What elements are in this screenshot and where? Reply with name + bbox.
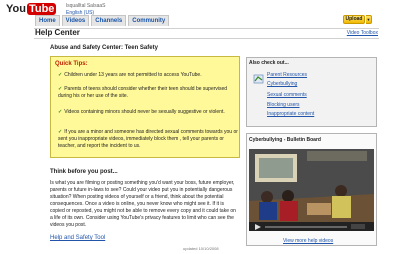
sidebar-link-cyberbullying[interactable]: Cyberbullying — [267, 81, 297, 87]
help-safety-tool-link[interactable]: Help and Safety Tool — [50, 235, 105, 241]
upload-button[interactable]: Upload — [343, 15, 365, 24]
check-icon: ✓ — [58, 72, 63, 78]
check-icon: ✓ — [58, 129, 63, 135]
page-title: Help Center — [35, 28, 80, 37]
user-name[interactable]: lsqualltal SalsaaS — [66, 3, 105, 9]
nav-home[interactable]: Home — [35, 15, 60, 26]
video-player[interactable] — [249, 149, 374, 231]
check-icon: ✓ — [58, 86, 63, 92]
tip-item: ✓ Videos containing minors should never b… — [58, 109, 238, 116]
sidebar-link-parent-resources[interactable]: Parent Resources — [267, 72, 307, 78]
quick-tips-title: Quick Tips: — [55, 61, 88, 67]
think-body: Is what you are filming or posting somet… — [50, 180, 236, 228]
updated-date: updated 10/10/2008 — [183, 246, 219, 251]
bulletin-board-header: Cyberbullying - Bulletin Board — [249, 137, 321, 143]
nav-videos[interactable]: Videos — [61, 15, 90, 26]
tip-item: ✓ If you are a minor and someone has dire… — [58, 129, 238, 150]
nav-community[interactable]: Community — [128, 15, 170, 26]
think-title: Think before you post... — [50, 169, 118, 175]
tip-text: Videos containing minors should never be… — [64, 109, 225, 115]
sidebar-link-sexual-comments[interactable]: Sexual comments — [267, 92, 307, 98]
main-nav: Home Videos Channels Community — [35, 15, 170, 26]
logo-tube-text: Tube — [26, 3, 57, 15]
logo-you-text: You — [6, 3, 26, 15]
more-help-videos-link[interactable]: View more help videos — [283, 238, 333, 244]
sidebar-link-inappropriate-content[interactable]: Inappropriate content — [267, 111, 314, 117]
check-icon: ✓ — [58, 109, 63, 115]
tip-item: ✓ Parents of teens should consider whethe… — [58, 86, 238, 100]
sidebar-link-blocking-users[interactable]: Blocking users — [267, 102, 300, 108]
tip-text: Children under 13 years are not permitte… — [64, 72, 202, 78]
tip-text: Parents of teens should consider whether… — [58, 86, 228, 99]
video-frame-image — [249, 149, 374, 231]
also-check-header: Also check out... — [249, 60, 289, 66]
video-toolbox-link[interactable]: Video Toolbox — [347, 30, 378, 36]
upload-dropdown-icon[interactable]: ▼ — [366, 15, 372, 24]
help-center-bar — [34, 28, 379, 39]
section-heading: Abuse and Safety Center: Teen Safety — [50, 45, 158, 51]
parents-icon — [253, 72, 264, 84]
tip-item: ✓ Children under 13 years are not permitt… — [58, 72, 238, 79]
tip-text: If you are a minor and someone has direc… — [58, 129, 238, 149]
nav-channels[interactable]: Channels — [91, 15, 127, 26]
